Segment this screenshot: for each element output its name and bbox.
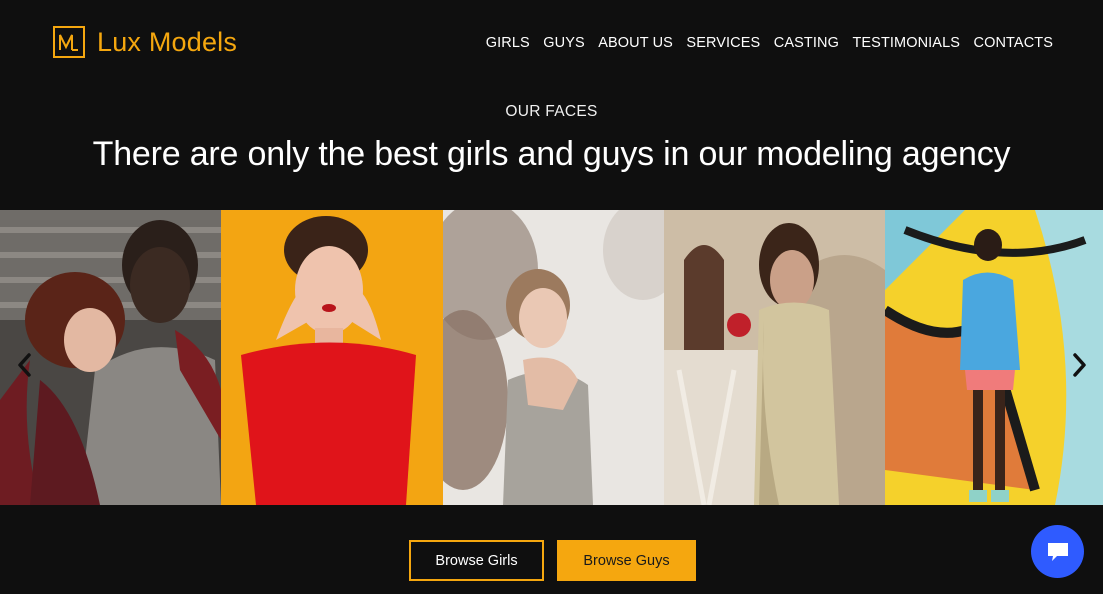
model-photo-3[interactable] [443,210,664,505]
logo-mark [53,26,85,58]
carousel-next-button[interactable] [1068,350,1092,380]
browse-girls-button[interactable]: Browse Girls [409,540,544,581]
nav-item-testimonials[interactable]: TESTIMONIALS [852,35,960,51]
chat-button[interactable] [1031,525,1084,578]
nav-item-about-us[interactable]: ABOUT US [598,35,673,51]
nav-item-guys[interactable]: GUYS [543,35,585,51]
nav-item-girls[interactable]: GIRLS [486,35,530,51]
main-nav: GIRLS GUYS ABOUT US SERVICES CASTING TES… [486,35,1053,51]
nav-item-services[interactable]: SERVICES [686,35,760,51]
logo-mark-icon [59,34,78,51]
site-header: Lux Models GIRLS GUYS ABOUT US SERVICES … [0,0,1103,88]
section-headline: There are only the best girls and guys i… [92,135,1011,173]
browse-buttons: Browse Girls Browse Guys [0,540,1103,582]
brand-name: Lux Models [97,26,238,57]
model-photo-4[interactable] [664,210,885,505]
browse-guys-button[interactable]: Browse Guys [557,540,696,581]
chevron-left-icon [18,353,31,377]
chevron-right-icon [1073,353,1086,377]
chat-bubble-icon [1047,542,1068,561]
carousel-prev-button[interactable] [12,350,36,380]
models-carousel [0,210,1103,505]
section-eyebrow: OUR FACES [505,103,598,120]
nav-item-casting[interactable]: CASTING [774,35,839,51]
nav-item-contacts[interactable]: CONTACTS [974,35,1053,51]
logo[interactable]: Lux Models [53,26,237,58]
model-photo-2[interactable] [221,210,443,505]
